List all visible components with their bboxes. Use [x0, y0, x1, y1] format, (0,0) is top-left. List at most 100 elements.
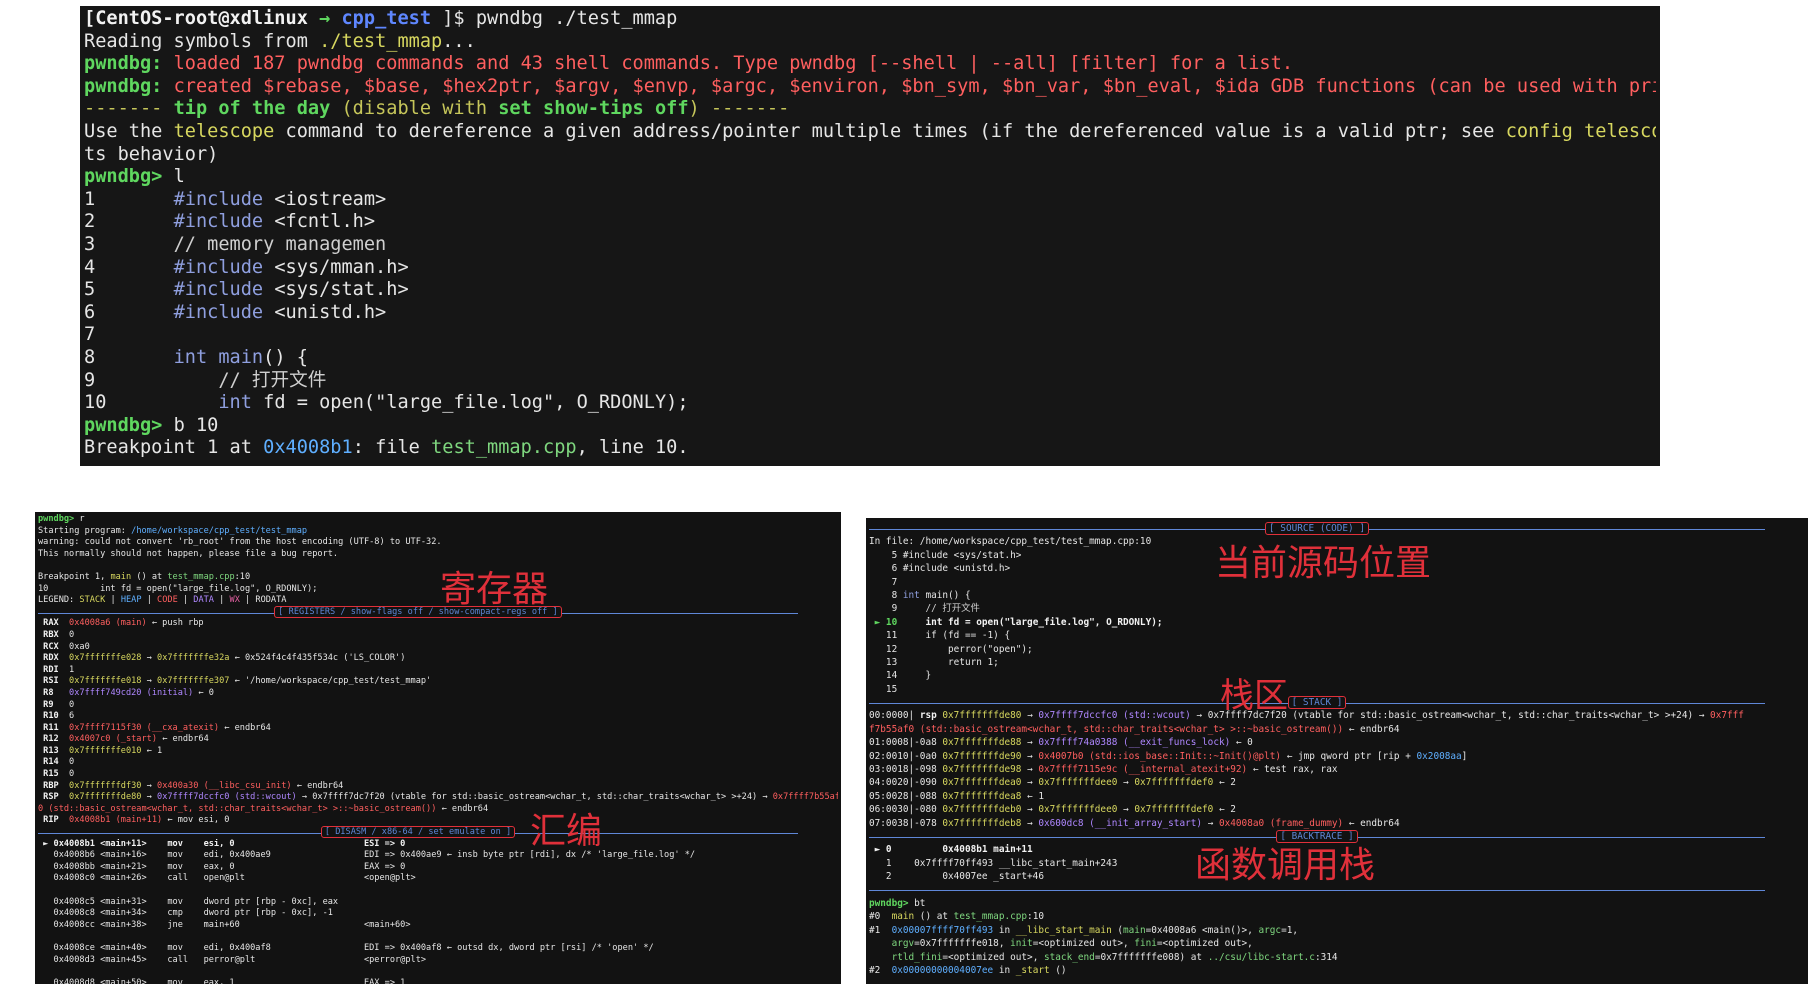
terminal-text: | RODATA — [239, 595, 287, 606]
terminal-text: Breakpoint 1 at — [84, 437, 264, 459]
terminal-text: telescope — [173, 120, 275, 142]
terminal-text: l — [173, 166, 185, 188]
annotation-registers: 寄存器 — [440, 569, 549, 610]
terminal-text: → 0x7ffff7dc7f20 (vtable for std::basic_… — [296, 792, 773, 803]
terminal-text: 06:0030|-080 — [869, 804, 943, 816]
terminal-line: 6 #include <unistd.h> — [84, 302, 1656, 325]
top-terminal-window[interactable]: [CentOS-root@xdlinux → cpp_test ]$ pwndb… — [80, 6, 1660, 466]
terminal-text: created $rebase, $base, $hex2ptr, $argv,… — [173, 75, 1656, 97]
terminal-text: for a list. — [1158, 53, 1294, 75]
terminal-text: _start — [1015, 964, 1050, 976]
terminal-text: ← test rax, rax — [1247, 764, 1338, 776]
terminal-line: LEGEND: STACK | HEAP | CODE | DATA | WX … — [38, 595, 838, 607]
terminal-line: R11 0x7ffff7115f30 (__cxa_atexit) ← endb… — [38, 723, 838, 735]
terminal-text: in — [993, 964, 1016, 976]
terminal-text: ( — [1111, 924, 1124, 936]
terminal-text: Breakpoint 1, — [38, 571, 111, 582]
terminal-text: R10 — [38, 711, 70, 722]
terminal-text: RAX — [38, 618, 70, 629]
terminal-text: 0x7fffffffde88 — [942, 737, 1022, 749]
terminal-line: 0x4008b6 <main+16> mov edi, 0x400ae9 EDI… — [38, 850, 838, 862]
terminal-text: 0x7fffffffe010 — [69, 745, 142, 756]
terminal-text: =0x7fffffffe008) at — [1094, 951, 1208, 963]
section-header: [ STACK ] — [1287, 696, 1347, 710]
terminal-text: → — [1117, 804, 1135, 816]
terminal-text: Reading symbols from — [84, 30, 320, 52]
terminal-text: 4 — [84, 256, 174, 278]
terminal-text: main — [218, 346, 264, 368]
terminal-line: 00:0000| rsp 0x7fffffffde80 → 0x7ffff7dc… — [869, 709, 1805, 722]
terminal-text: #include — [173, 279, 275, 301]
terminal-text: loaded 187 pwndbg commands and 43 shell … — [173, 53, 790, 75]
terminal-line: pwndbg> l — [84, 166, 1656, 189]
terminal-text: main — [891, 911, 915, 923]
terminal-text: 11 if (fd == -1) { — [869, 630, 1011, 642]
terminal-text: :10 — [1027, 911, 1044, 923]
terminal-line: 10 int fd = open("large_file.log", O_RDO… — [38, 584, 838, 596]
terminal-text: : file — [352, 437, 432, 459]
terminal-text: ← 0 — [1230, 737, 1253, 749]
terminal-text: rtld_fini — [891, 951, 943, 963]
terminal-text: 0x7fffffffdf30 — [69, 780, 142, 791]
terminal-text: → — [319, 8, 342, 29]
terminal-text: 10 — [84, 392, 219, 414]
terminal-line: Starting program: /home/workspace/cpp_te… — [38, 526, 838, 538]
terminal-text: 0x7fffffffdef0 — [1134, 804, 1214, 816]
terminal-text: 15 — [869, 683, 898, 695]
terminal-text: | — [213, 595, 230, 606]
terminal-line: [CentOS-root@xdlinux → cpp_test ]$ pwndb… — [84, 8, 1656, 31]
terminal-text: | — [141, 595, 158, 606]
terminal-text: → — [1021, 737, 1039, 749]
terminal-text: 13 return 1; — [869, 656, 999, 668]
terminal-text: ← 0x524f4c4f435f534c ('LS_COLOR') — [229, 653, 406, 664]
terminal-text: <iostream> — [274, 188, 387, 210]
terminal-text: // memory managemen — [173, 233, 387, 255]
terminal-line: RBP 0x7fffffffdf30 → 0x400a30 (__libc_cs… — [38, 781, 838, 793]
terminal-text: → — [1021, 817, 1039, 829]
terminal-text: 0x7fffffffde90 — [942, 750, 1022, 762]
terminal-line: 07:0038|-078 0x7fffffffdeb8 → 0x600dc8 (… — [869, 817, 1805, 830]
terminal-text: 0x4008b1 (main+11) — [69, 815, 163, 826]
terminal-text: open — [319, 392, 364, 414]
terminal-text: b 10 — [173, 414, 219, 436]
terminal-text: 0x00000000004007ee — [891, 964, 994, 976]
terminal-text: RBP — [38, 780, 70, 791]
terminal-text: in — [993, 924, 1016, 936]
terminal-line: pwndbg> bt — [869, 897, 1805, 910]
annotation-backtrace: 函数调用栈 — [1195, 845, 1376, 886]
terminal-line: ts behavior) — [84, 144, 1656, 167]
terminal-text: 0x4007c0 (_start) — [69, 734, 158, 745]
terminal-text: ← 0 — [193, 687, 214, 698]
terminal-text: 0x7fffffffe32a — [157, 653, 230, 664]
terminal-text: #1 — [869, 924, 892, 936]
terminal-text: R14 — [38, 757, 70, 768]
annotation-disasm: 汇编 — [530, 811, 603, 852]
terminal-text: RSP — [38, 792, 70, 803]
terminal-text: :314 — [1314, 951, 1338, 963]
terminal-text: 0x00007ffff70ff493 — [891, 924, 994, 936]
terminal-text: #include — [173, 188, 275, 210]
terminal-line: #2 0x00000000004007ee in _start () — [869, 964, 1805, 977]
terminal-text: argv — [891, 938, 915, 950]
terminal-text: ← endbr64 — [157, 734, 209, 745]
terminal-text: main — [1123, 924, 1146, 936]
terminal-text: ← '/home/workspace/cpp_test/test_mmap' — [229, 676, 432, 687]
terminal-text: 1 0x7ffff70ff493 __libc_start_main+243 — [869, 857, 1118, 869]
terminal-line: 3 // memory managemen — [84, 234, 1656, 257]
terminal-text: ► 0 0x4008b1 main+11 — [869, 844, 1033, 856]
terminal-text: R11 — [38, 722, 70, 733]
right-terminal-window[interactable]: [ SOURCE (CODE) ] In file: /home/workspac… — [866, 518, 1808, 984]
terminal-text: 0x600dc8 (__init_array_start) — [1038, 817, 1203, 829]
left-terminal-window[interactable]: pwndbg> r Starting program: /home/workspa… — [35, 512, 841, 984]
terminal-text: WX — [229, 595, 240, 606]
terminal-line: 01:0008|-0a8 0x7fffffffde88 → 0x7ffff74a… — [869, 736, 1805, 749]
terminal-text: R13 — [38, 745, 70, 756]
terminal-text: =<optimized out>, — [942, 951, 1044, 963]
terminal-text: → — [1021, 777, 1039, 789]
terminal-line: R13 0x7fffffffe010 ← 1 — [38, 746, 838, 758]
terminal-line: R12 0x4007c0 (_start) ← endbr64 — [38, 734, 838, 746]
terminal-line: RSP 0x7fffffffde80 → 0x7ffff7dccfc0 (std… — [38, 792, 838, 804]
